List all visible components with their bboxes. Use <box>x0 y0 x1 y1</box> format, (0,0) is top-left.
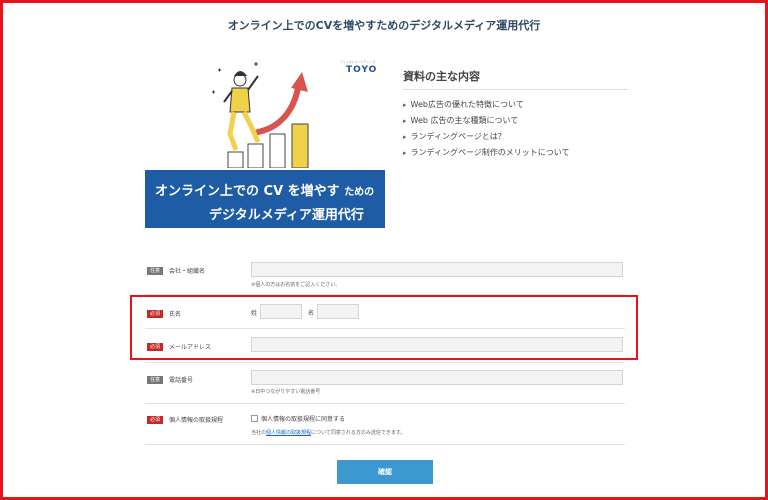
company-hint: ※個人の方はお名前をご記入ください。 <box>251 282 341 288</box>
phone-hint: ※日中つながりやすい電話番号 <box>251 389 321 395</box>
brand-logo: TOYO <box>346 65 378 75</box>
required-badge: 必須 <box>147 415 164 424</box>
optional-badge: 任意 <box>147 375 164 384</box>
divider <box>145 444 625 445</box>
banner-line-1-small: ための <box>344 187 375 198</box>
company-input[interactable] <box>251 262 623 277</box>
phone-row-label: 任意 電話番号 <box>147 375 193 384</box>
contents-heading: 資料の主な内容 <box>403 68 628 90</box>
privacy-agree-label[interactable]: 個人情報の取扱規程に同意する <box>261 414 345 423</box>
contents-list: Web広告の優れた特徴について Web 広告の主な種類について ランディングペー… <box>403 97 628 161</box>
privacy-agree-checkbox[interactable] <box>251 415 258 422</box>
privacy-note-prefix: 当社の <box>251 430 267 436</box>
privacy-policy-link[interactable]: 個人情報の取扱規程 <box>266 430 311 436</box>
hero-banner: オンライン上での CV を増やす ための デジタルメディア運用代行 <box>145 170 385 228</box>
banner-line-1-main: オンライン上での CV を増やす <box>155 184 340 199</box>
privacy-note: 当社の個人情報の取扱規程について同意される方のみ送信できます。 <box>251 429 405 436</box>
phone-input[interactable] <box>251 370 623 385</box>
document-contents: 資料の主な内容 Web広告の優れた特徴について Web 広告の主な種類について … <box>403 68 628 161</box>
divider <box>145 362 625 363</box>
phone-label: 電話番号 <box>169 377 194 384</box>
list-item: ランディングページとは？ <box>403 129 628 145</box>
brand-tagline: ディジタルマーケティング <box>340 60 376 64</box>
page-title: オンライン上でのCVを増やすためのデジタルメディア運用代行 <box>227 19 541 32</box>
banner-line-2: デジタルメディア運用代行 <box>209 208 364 223</box>
list-item: Web広告の優れた特徴について <box>403 97 628 113</box>
highlight-box <box>130 295 638 360</box>
list-item: ランディングページ制作のメリットについて <box>403 145 628 161</box>
banner-line-1: オンライン上での CV を増やす ための <box>155 180 374 199</box>
privacy-label: 個人情報の取扱規程 <box>169 417 224 424</box>
list-item: Web 広告の主な種類について <box>403 113 628 129</box>
privacy-row-label: 必須 個人情報の取扱規程 <box>147 415 223 424</box>
privacy-note-suffix: について同意される方のみ送信できます。 <box>311 430 406 436</box>
company-label: 会社・組織名 <box>169 268 206 275</box>
company-row-label: 任意 会社・組織名 <box>147 266 205 275</box>
optional-badge: 任意 <box>147 266 164 275</box>
confirm-button[interactable]: 確認 <box>337 460 433 484</box>
divider <box>145 403 625 404</box>
